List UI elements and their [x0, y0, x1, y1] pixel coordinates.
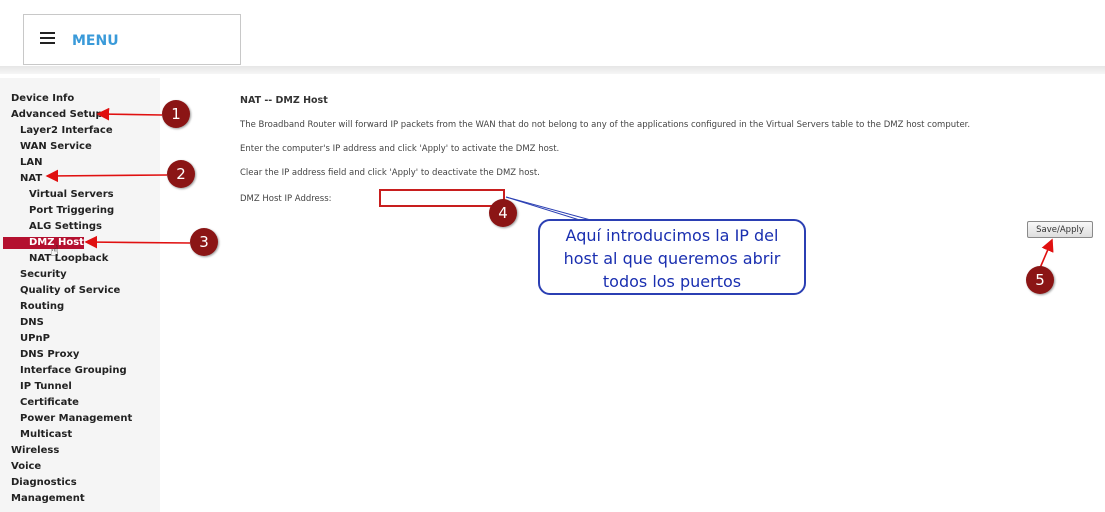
sidebar-item-virtual-servers[interactable]: Virtual Servers — [29, 187, 114, 203]
sidebar-item-wireless[interactable]: Wireless — [11, 443, 59, 459]
sidebar-item-power-management[interactable]: Power Management — [20, 411, 132, 427]
step-marker-4: 4 — [489, 199, 517, 227]
sidebar-item-alg-settings[interactable]: ALG Settings — [29, 219, 102, 235]
sidebar-item-certificate[interactable]: Certificate — [20, 395, 79, 411]
instruction-activate: Enter the computer's IP address and clic… — [240, 144, 560, 154]
annotation-callout: Aquí introducimos la IP del host al que … — [538, 219, 806, 295]
callout-text-line: host al que queremos abrir — [563, 249, 781, 268]
arrow-5 — [1039, 238, 1054, 269]
save-apply-button[interactable]: Save/Apply — [1027, 221, 1093, 238]
header-divider — [0, 66, 1105, 74]
step-marker-2: 2 — [167, 160, 195, 188]
sidebar: Device Info Advanced Setup Layer2 Interf… — [0, 78, 160, 512]
menu-label: MENU — [72, 33, 119, 49]
sidebar-item-interface-grouping[interactable]: Interface Grouping — [20, 363, 127, 379]
step-marker-5: 5 — [1026, 266, 1054, 294]
sidebar-item-dns[interactable]: DNS — [20, 315, 44, 331]
sidebar-item-voice[interactable]: Voice — [11, 459, 41, 475]
sidebar-item-dmz-host[interactable]: DMZ Host — [3, 237, 84, 249]
callout-text-line: todos los puertos — [602, 272, 742, 291]
sidebar-item-ip-tunnel[interactable]: IP Tunnel — [20, 379, 72, 395]
sidebar-item-routing[interactable]: Routing — [20, 299, 64, 315]
sidebar-item-quality-of-service[interactable]: Quality of Service — [20, 283, 120, 299]
sidebar-item-diagnostics[interactable]: Diagnostics — [11, 475, 77, 491]
step-marker-1: 1 — [162, 100, 190, 128]
sidebar-item-device-info[interactable]: Device Info — [11, 91, 74, 107]
dmz-ip-input[interactable] — [379, 189, 505, 207]
callout-text-line: Aquí introducimos la IP del — [565, 226, 779, 245]
top-bar: MENU — [0, 0, 1105, 68]
hand-pointer-icon: ☝ — [50, 242, 60, 260]
sidebar-item-wan-service[interactable]: WAN Service — [20, 139, 92, 155]
page-description: The Broadband Router will forward IP pac… — [240, 120, 971, 130]
sidebar-item-port-triggering[interactable]: Port Triggering — [29, 203, 114, 219]
sidebar-item-lan[interactable]: LAN — [20, 155, 42, 171]
sidebar-item-management[interactable]: Management — [11, 491, 85, 507]
instruction-deactivate: Clear the IP address field and click 'Ap… — [240, 168, 540, 178]
step-marker-3: 3 — [190, 228, 218, 256]
sidebar-item-layer2-interface[interactable]: Layer2 Interface — [20, 123, 113, 139]
sidebar-item-nat[interactable]: NAT — [20, 171, 42, 187]
page-title: NAT -- DMZ Host — [240, 95, 328, 106]
sidebar-item-security[interactable]: Security — [20, 267, 67, 283]
hamburger-icon — [40, 32, 55, 44]
sidebar-item-nat-loopback[interactable]: NAT Loopback — [29, 251, 108, 267]
sidebar-item-dns-proxy[interactable]: DNS Proxy — [20, 347, 79, 363]
menu-button[interactable]: MENU — [23, 14, 241, 65]
sidebar-item-upnp[interactable]: UPnP — [20, 331, 50, 347]
sidebar-item-multicast[interactable]: Multicast — [20, 427, 72, 443]
dmz-ip-label: DMZ Host IP Address: — [240, 194, 332, 204]
sidebar-item-advanced-setup[interactable]: Advanced Setup — [11, 107, 103, 123]
